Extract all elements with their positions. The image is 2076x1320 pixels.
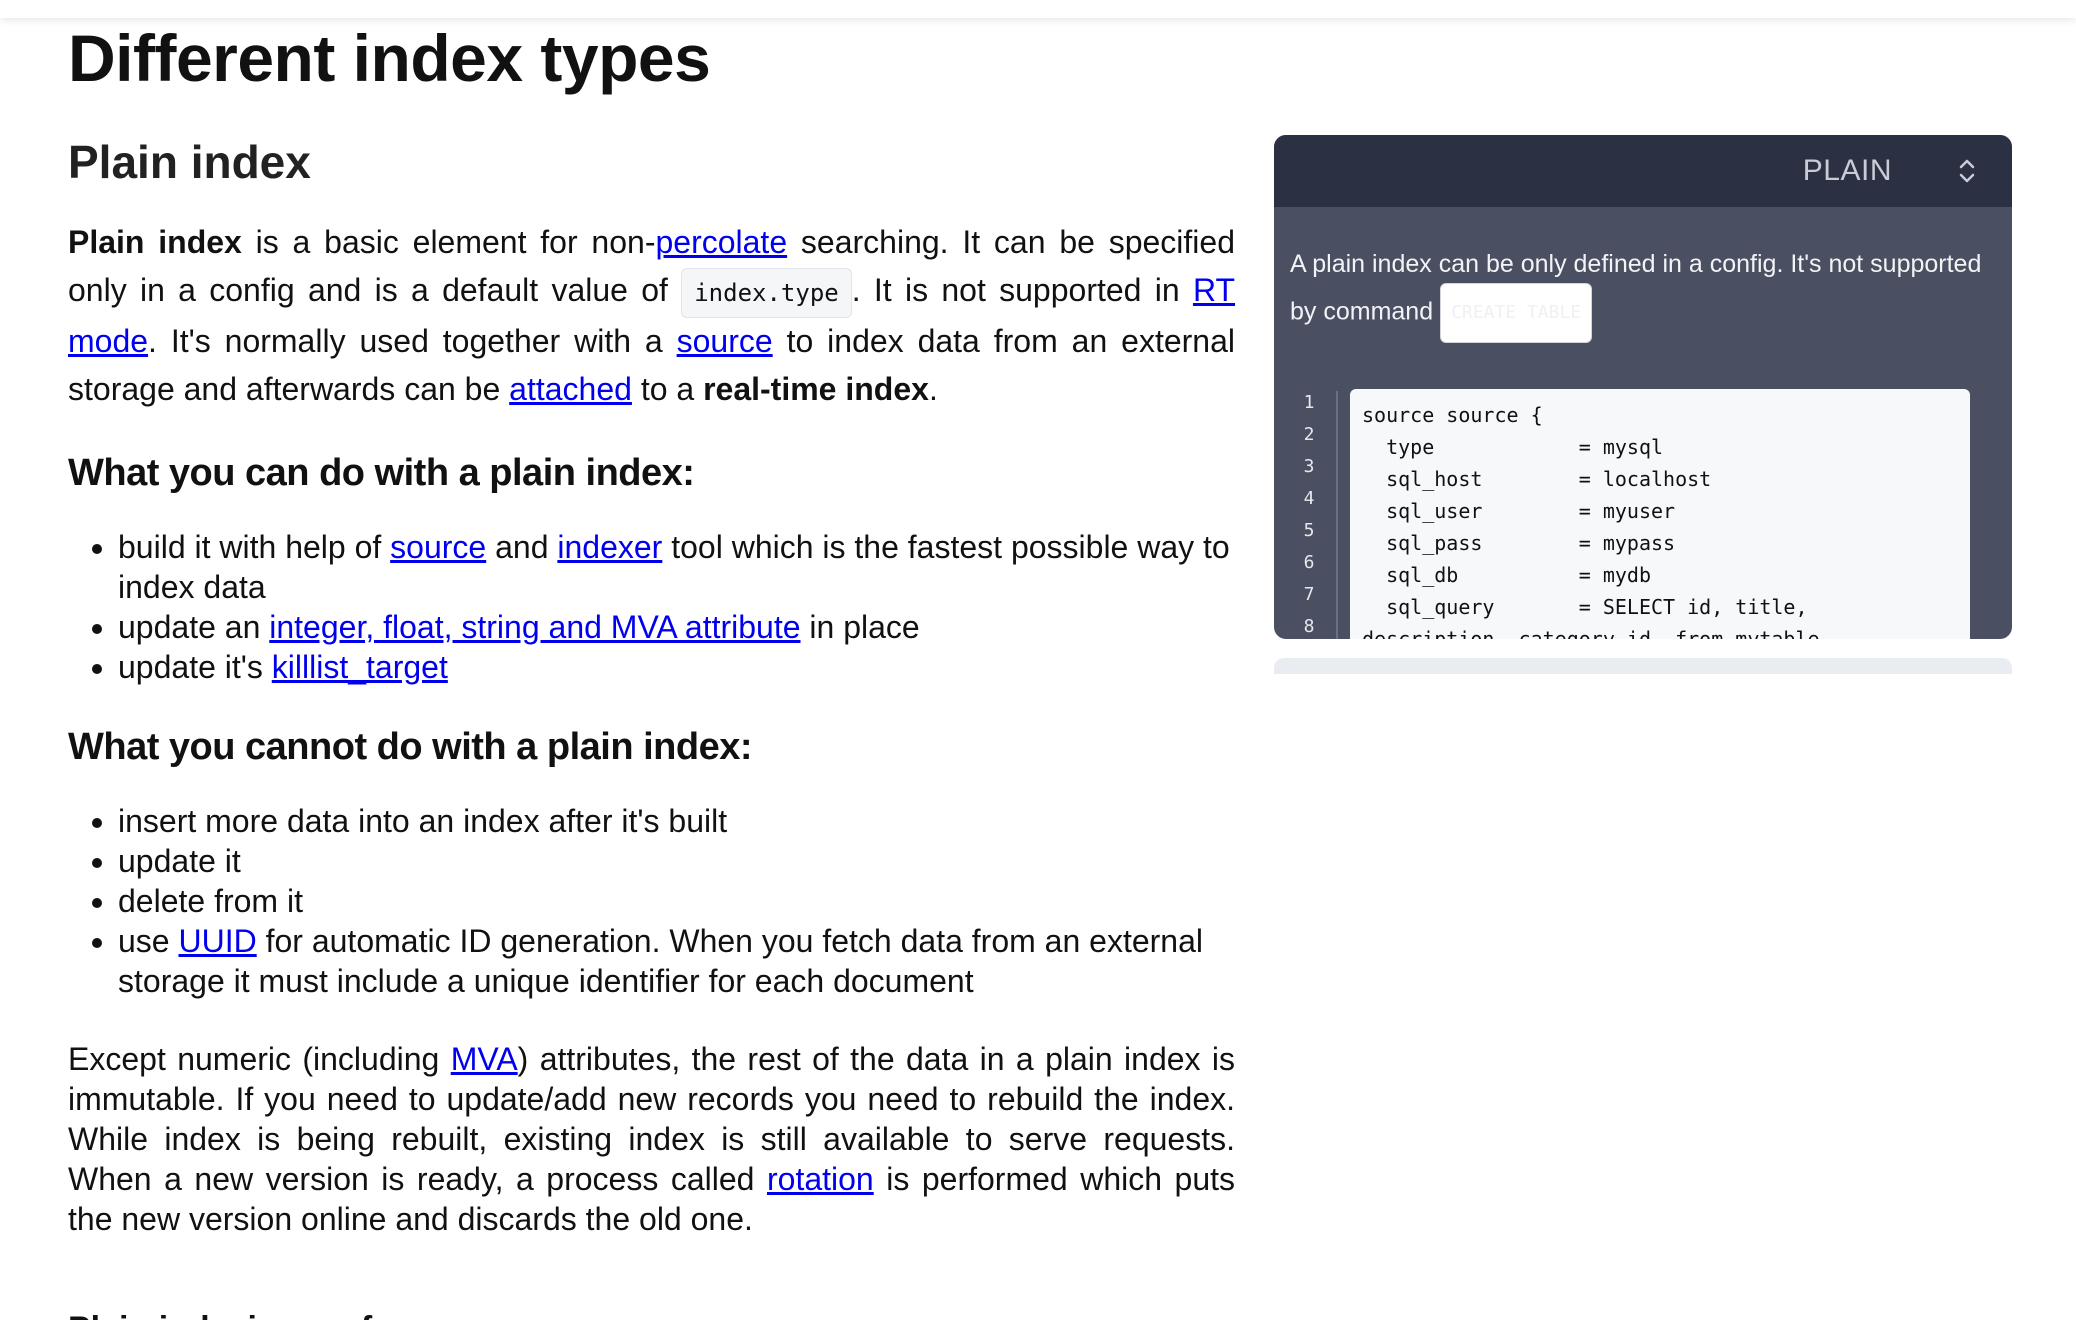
top-header-bar	[0, 0, 2076, 18]
cannot-do-heading: What you cannot do with a plain index:	[68, 726, 753, 768]
code-block: 1 2 3 4 5 6 7 8 source source { type = m…	[1274, 387, 2012, 639]
panel-header: PLAIN	[1274, 135, 2012, 207]
list-item: build it with help of source and indexer…	[118, 527, 1235, 607]
panel-secondary-tab	[1274, 658, 2012, 674]
code-line: sql_pass = mypass	[1362, 531, 1676, 555]
code-line: sql_query = SELECT id, title,	[1362, 595, 1808, 619]
intro-text-6: to a	[631, 371, 704, 407]
link-uuid[interactable]: UUID	[178, 923, 256, 959]
link-mva[interactable]: MVA	[451, 1041, 518, 1077]
list-item: update it's killlist_target	[118, 647, 1235, 687]
chevron-up-down-icon[interactable]	[1958, 157, 1976, 185]
intro-paragraph: Plain index is a basic element for non-p…	[68, 218, 1235, 413]
can-do-list: build it with help of source and indexer…	[68, 527, 1235, 687]
code-line: type = mysql	[1362, 435, 1664, 459]
line-number: 3	[1303, 456, 1315, 477]
link-killlist-target[interactable]: killlist_target	[272, 649, 448, 685]
line-number: 6	[1303, 552, 1315, 573]
intro-bold-plain-index: Plain index	[68, 224, 242, 260]
performance-heading: Plain indexing performance	[68, 1309, 1235, 1320]
list-item: update an integer, float, string and MVA…	[118, 607, 1235, 647]
code-line: source source {	[1362, 403, 1543, 427]
line-number: 4	[1303, 488, 1315, 509]
paragraph-text: Except numeric (including	[68, 1041, 451, 1077]
intro-text-3: . It is not supported in	[851, 272, 1193, 308]
code-editor[interactable]: source source { type = mysql sql_host = …	[1350, 389, 1970, 639]
code-line: sql_db = mydb	[1362, 563, 1651, 587]
line-number: 1	[1303, 392, 1315, 413]
list-item-text: build it with help of	[118, 529, 391, 565]
code-index-type: index.type	[681, 268, 852, 318]
link-attribute-types[interactable]: integer, float, string and MVA attribute	[269, 609, 800, 645]
intro-text-4: . It's normally used together with a	[148, 323, 677, 359]
code-line: description, category_id from mytable	[1362, 627, 1820, 639]
code-line: sql_user = myuser	[1362, 499, 1676, 523]
list-item-text: for automatic ID generation. When you fe…	[118, 923, 1203, 999]
link-attached[interactable]: attached	[509, 371, 632, 407]
list-item-text: update an	[118, 609, 270, 645]
example-code-panel: PLAIN A plain index can be only defined …	[1274, 135, 2012, 639]
panel-description: A plain index can be only defined in a c…	[1274, 207, 2012, 343]
article-content: Different index types Plain index Plain …	[68, 18, 1235, 1320]
list-item-text: update it's	[118, 649, 272, 685]
gutter-divider	[1336, 391, 1338, 639]
list-item: delete from it	[118, 881, 1235, 921]
index-type-select[interactable]: PLAIN	[1803, 154, 1892, 188]
link-indexer[interactable]: indexer	[557, 529, 662, 565]
page-title: Different index types	[68, 21, 711, 95]
immutability-paragraph: Except numeric (including MVA) attribute…	[68, 1039, 1235, 1239]
list-item: update it	[118, 841, 1235, 881]
line-number: 7	[1303, 584, 1315, 605]
line-number: 8	[1303, 616, 1315, 637]
list-item-text: and	[486, 529, 558, 565]
intro-bold-real-time-index: real-time index	[703, 371, 929, 407]
code-line: sql_host = localhost	[1362, 467, 1712, 491]
link-source-2[interactable]: source	[390, 529, 486, 565]
list-item: use UUID for automatic ID generation. Wh…	[118, 921, 1235, 1001]
command-pill: CREATE TABLE	[1440, 283, 1593, 343]
panel-description-text: A plain index can be only defined in a c…	[1290, 250, 1982, 326]
line-number-gutter: 1 2 3 4 5 6 7 8	[1294, 387, 1324, 639]
intro-text-7: .	[928, 371, 938, 407]
list-item: insert more data into an index after it'…	[118, 801, 1235, 841]
line-number: 5	[1303, 520, 1315, 541]
intro-text-1: is a basic element for non-	[241, 224, 656, 260]
cannot-do-list: insert more data into an index after it'…	[68, 801, 1235, 1001]
link-rotation[interactable]: rotation	[767, 1161, 874, 1197]
link-source[interactable]: source	[677, 323, 773, 359]
section-title: Plain index	[68, 136, 311, 188]
list-item-text: use	[118, 923, 179, 959]
line-number: 2	[1303, 424, 1315, 445]
can-do-heading: What you can do with a plain index:	[68, 452, 695, 494]
list-item-text: in place	[800, 609, 920, 645]
link-percolate[interactable]: percolate	[655, 224, 787, 260]
